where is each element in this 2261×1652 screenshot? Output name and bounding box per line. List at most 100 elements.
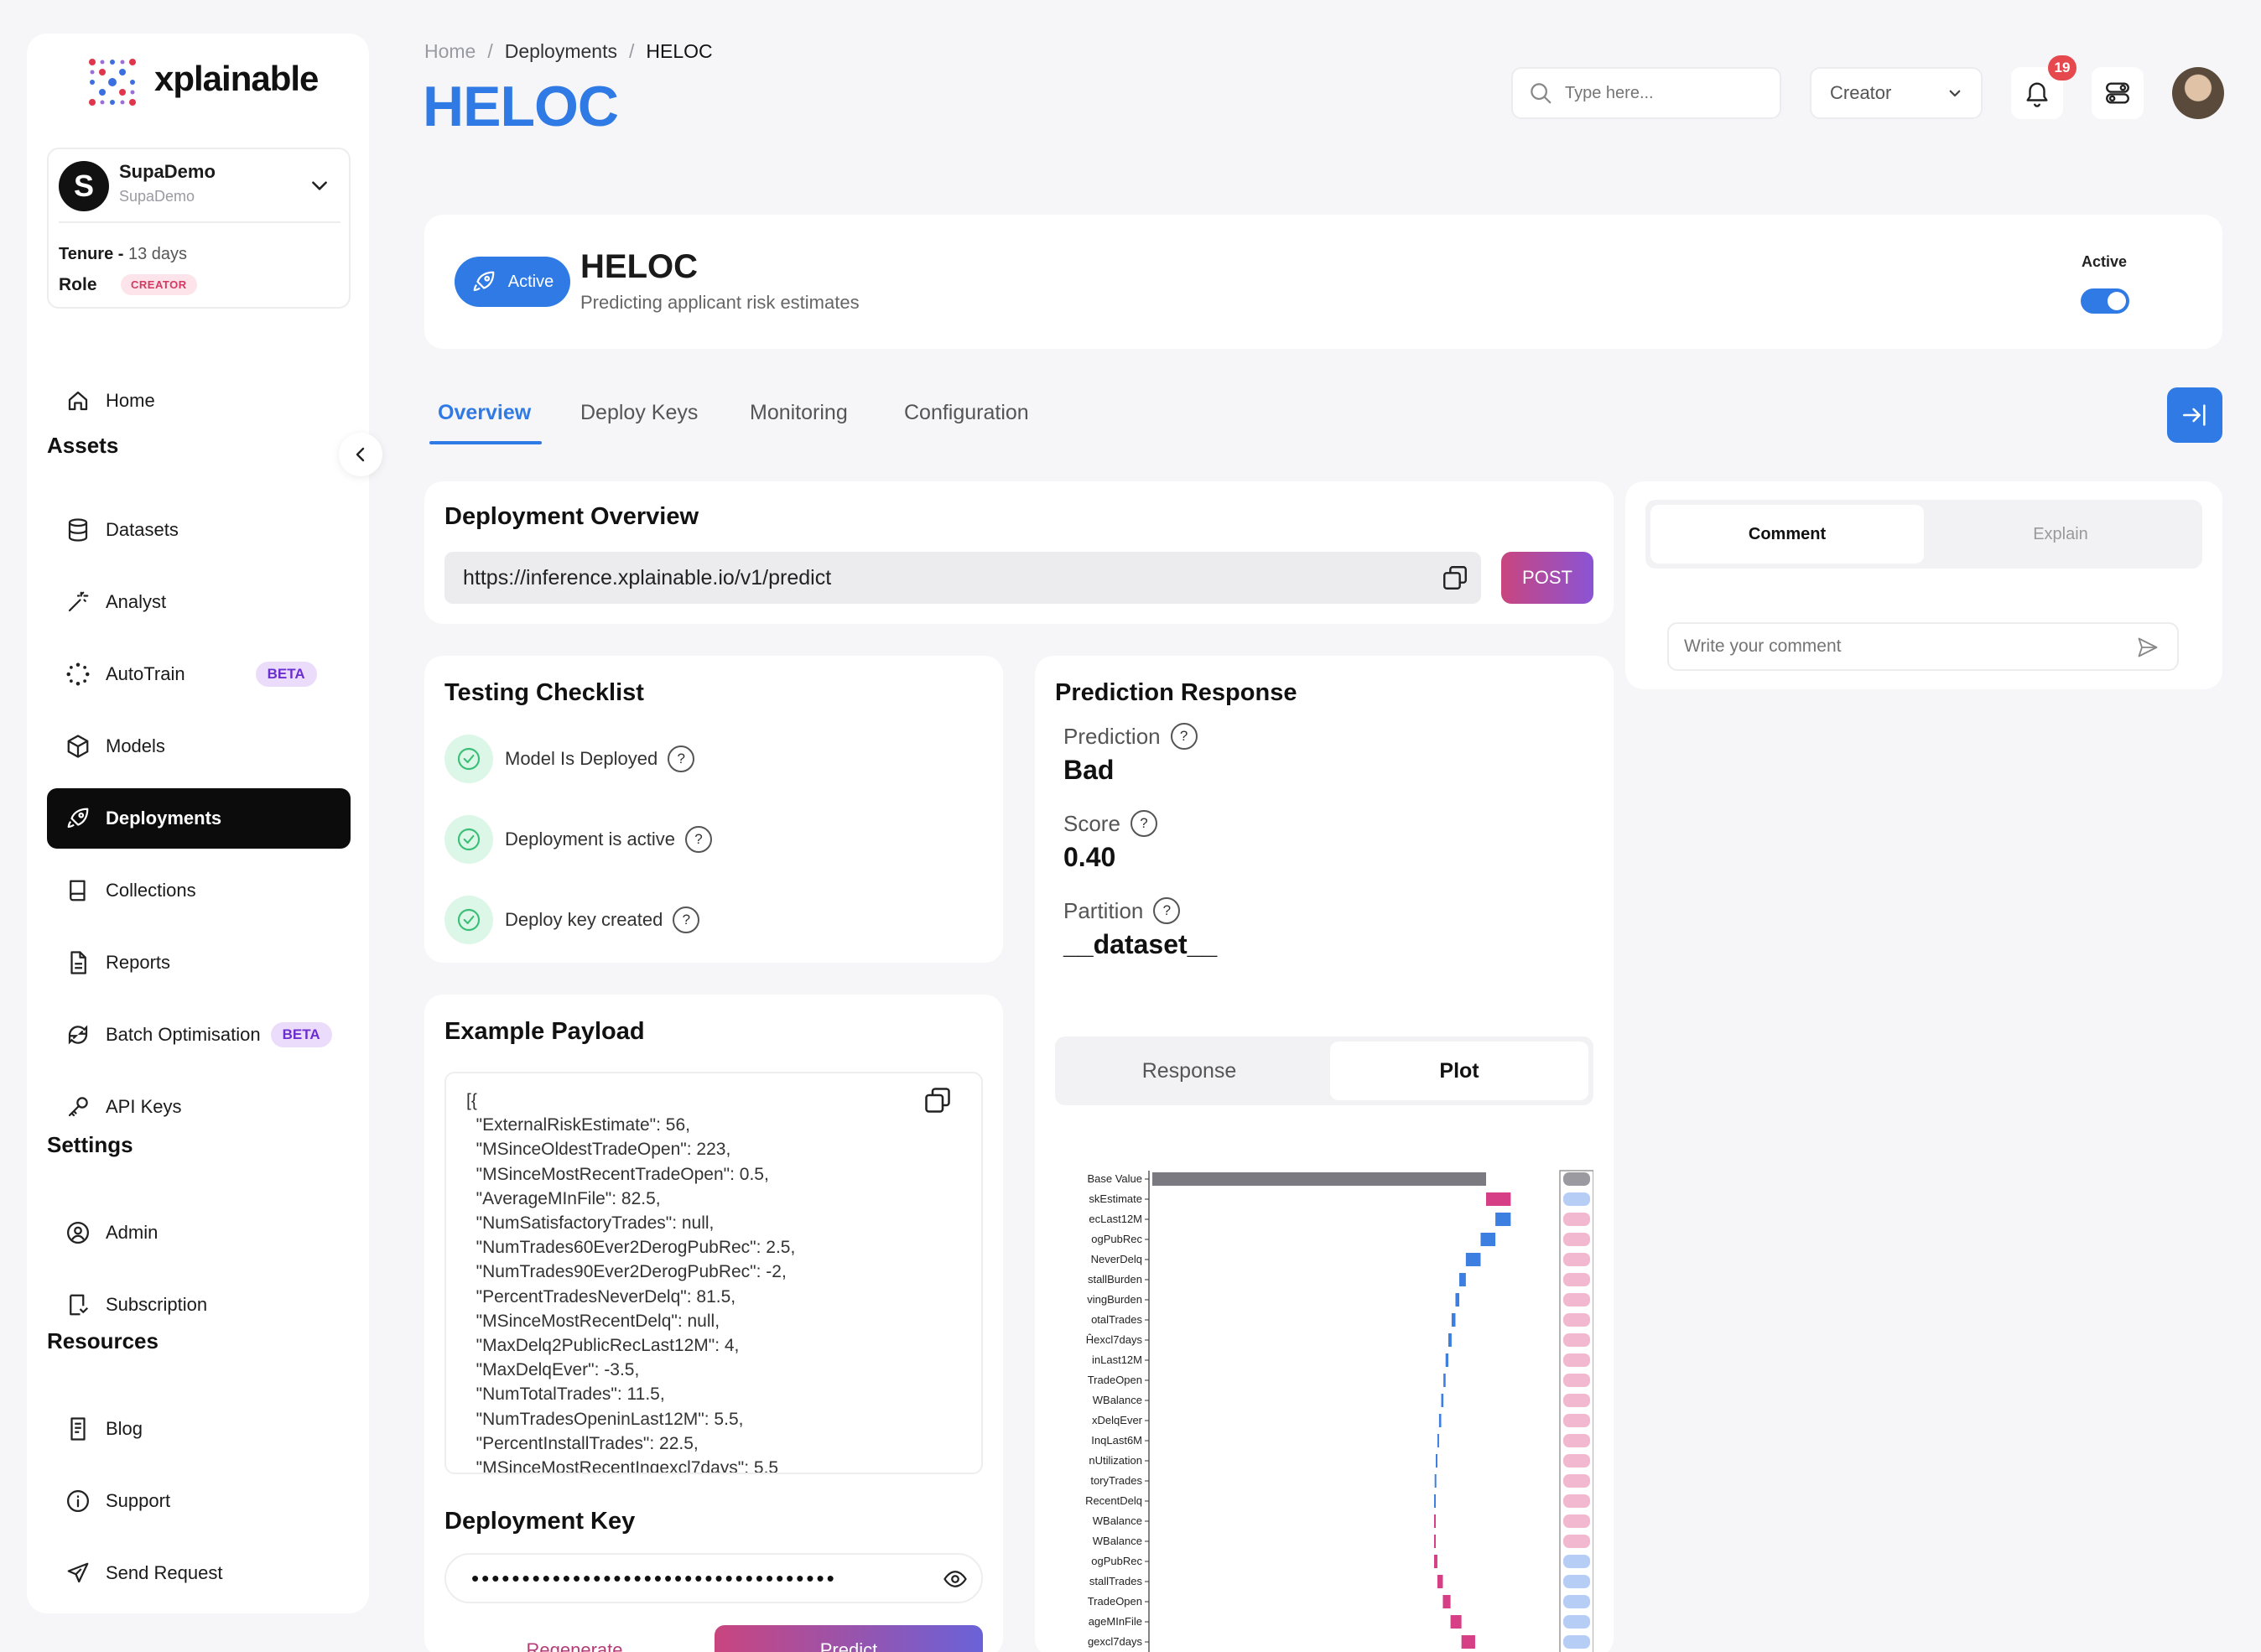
testing-checklist-card: Testing Checklist Model Is Deployed ? De… [424,656,1003,963]
deployment-overview-title: Deployment Overview [444,503,699,530]
sidebar-item-autotrain[interactable]: AutoTrain BETA [47,644,351,704]
example-payload-title: Example Payload [444,1018,645,1045]
deployment-key-field[interactable]: •••••••••••••••••••••••••••••••••••• [444,1553,983,1603]
tenure-label: Tenure - [59,245,124,263]
breadcrumb-home[interactable]: Home [424,40,476,63]
chart-tick-label: ecLast12M [1089,1213,1142,1225]
tab-configuration[interactable]: Configuration [904,401,1029,425]
deployment-overview-card: Deployment Overview https://inference.xp… [424,481,1614,624]
chart-indicator-pill [1563,1635,1590,1649]
sidebar-item-datasets[interactable]: Datasets [47,500,351,560]
help-icon[interactable]: ? [668,745,695,772]
breadcrumb-deployments[interactable]: Deployments [505,40,617,63]
tenure-value: 13 days [127,245,188,263]
chart-indicator-pill [1563,1474,1590,1488]
endpoint-url: https://inference.xplainable.io/v1/predi… [463,565,832,590]
predict-button[interactable]: Predict [715,1625,983,1652]
sidebar-item-admin[interactable]: Admin [47,1203,351,1263]
role-label: Role [59,275,97,294]
sidebar-item-collections[interactable]: Collections [47,860,351,921]
chart-tick-label: WBalance [1093,1514,1142,1527]
sidebar-item-deployments[interactable]: Deployments [47,788,351,849]
help-icon[interactable]: ? [673,907,700,933]
sidebar-item-api-keys[interactable]: API Keys [47,1077,351,1137]
help-icon[interactable]: ? [1170,723,1198,750]
search-input[interactable] [1565,83,1749,103]
explain-tab[interactable]: Explain [1924,505,2197,564]
chart-indicator-pill [1563,1454,1590,1468]
comment-input-box[interactable] [1667,622,2179,671]
info-icon [67,1490,89,1512]
toggle-side-panel-button[interactable] [2167,387,2222,443]
active-toggle[interactable] [2081,288,2129,314]
chart-indicator-pill [1563,1595,1590,1608]
endpoint-url-field[interactable]: https://inference.xplainable.io/v1/predi… [444,552,1481,604]
chart-indicator-pill [1563,1233,1590,1246]
role-select[interactable]: Creator [1810,67,1983,119]
collapse-sidebar-button[interactable] [339,433,382,476]
comment-input[interactable] [1684,636,2120,657]
http-method-button[interactable]: POST [1501,552,1593,604]
score-value: 0.40 [1063,842,1116,872]
checklist-item-label: Deploy key created [505,909,663,930]
chart-tick-label: otalTrades [1091,1313,1142,1326]
copy-icon[interactable] [923,1085,953,1115]
sidebar-item-analyst[interactable]: Analyst [47,572,351,632]
checklist-item: Deploy key created ? [444,896,700,944]
breadcrumb-current: HELOC [646,40,713,62]
sidebar-item-subscription[interactable]: Subscription [47,1275,351,1335]
preferences-button[interactable] [2092,67,2144,119]
blog-icon [70,1417,86,1441]
plot-tab[interactable]: Plot [1330,1042,1588,1100]
score-label: Score ? [1063,810,1157,837]
payload-code-block[interactable]: [{ "ExternalRiskEstimate": 56, "MSinceOl… [444,1072,983,1474]
sidebar-item-models[interactable]: Models [47,716,351,777]
send-icon[interactable] [2135,636,2160,659]
chart-tick-label: ogPubRec [1091,1555,1142,1567]
regenerate-button[interactable]: Regenerate [444,1625,704,1652]
search-box[interactable] [1511,67,1781,119]
help-icon[interactable]: ? [1153,897,1181,924]
chart-indicator-pill [1563,1273,1590,1286]
chart-bar [1450,1615,1462,1629]
chart-indicator-pill [1563,1333,1590,1347]
chart-tick-label: InqLast6M [1091,1434,1142,1447]
sidebar-item-reports[interactable]: Reports [47,932,351,993]
response-tab[interactable]: Response [1060,1042,1318,1100]
chart-indicator-pill [1563,1575,1590,1588]
sidebar-item-support[interactable]: Support [47,1471,351,1531]
prediction-value: Bad [1063,755,1115,785]
check-circle-icon [444,735,493,783]
deployment-key-title: Deployment Key [444,1508,636,1535]
waterfall-chart: Base Value skEstimate ecLast12M ogPubRec Nev… [1085,1170,1593,1652]
document-icon [70,951,86,974]
help-icon[interactable]: ? [1130,810,1157,837]
org-switcher[interactable]: S SupaDemo SupaDemo Tenure - 13 days Rol… [47,148,351,309]
sidebar-item-home[interactable]: Home [47,371,351,431]
sidebar-item-send-request[interactable]: Send Request [47,1543,351,1603]
model-description: Predicting applicant risk estimates [580,292,860,313]
comment-tab[interactable]: Comment [1650,505,1924,564]
sidebar-item-batch-optimisation[interactable]: Batch Optimisation BETA [47,1005,351,1065]
help-icon[interactable]: ? [684,826,712,853]
chevron-down-icon[interactable] [309,174,330,196]
resources-heading: Resources [47,1328,159,1353]
comment-panel: Comment Explain [1625,481,2222,689]
chart-indicator-pill [1563,1172,1590,1186]
chart-bar [1434,1535,1437,1548]
chart-bar [1437,1434,1439,1447]
user-avatar[interactable] [2172,67,2224,119]
eye-icon[interactable] [941,1566,969,1592]
tab-deploy-keys[interactable]: Deploy Keys [580,401,698,425]
autotrain-icon [66,662,90,686]
chart-bar [1455,1293,1460,1307]
sidebar-item-label: Admin [106,1222,159,1243]
chart-bar [1480,1233,1496,1246]
sidebar-item-blog[interactable]: Blog [47,1399,351,1459]
model-header-card: Active HELOC Predicting applicant risk e… [424,215,2222,349]
copy-icon[interactable] [1441,564,1469,592]
sidebar-item-label: Reports [106,952,171,973]
tab-overview[interactable]: Overview [438,401,531,425]
tab-monitoring[interactable]: Monitoring [750,401,848,425]
chart-bar [1459,1273,1466,1286]
